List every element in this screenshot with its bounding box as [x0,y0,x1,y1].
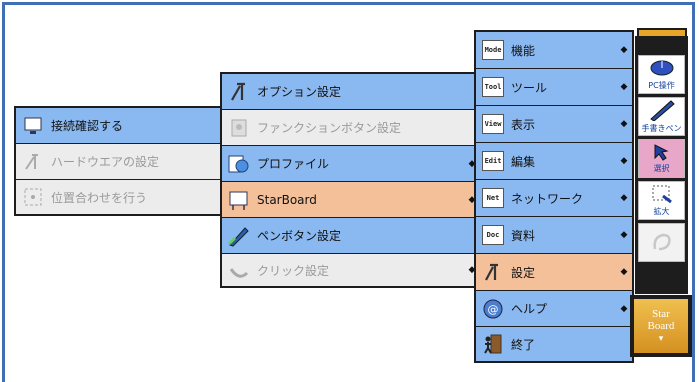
menu-item-label: StarBoard [257,192,317,207]
menu-item-label: ファンクションボタン設定 [257,121,402,135]
starboard-button[interactable]: Star Board ▾ [630,295,692,357]
chevron-down-icon: ▾ [658,333,664,343]
menu-item-help[interactable]: @ ヘルプ ◆ [476,291,632,326]
menu-item-label: ネットワーク [511,191,584,206]
pc-operation-label: PC操作 [648,81,675,90]
mouse-icon [647,58,677,80]
menu-item-settings[interactable]: 設定 ◆ [476,254,632,290]
submenu-arrow-icon: ◆ [620,230,628,240]
menu-item-label: クリック設定 [257,263,330,278]
menu-item-pen-button-settings[interactable]: ペンボタン設定 [222,218,480,253]
menu-item-label: プロファイル [257,157,330,171]
starboard-label-line2: Board [647,320,675,332]
menu-item-label: 機能 [511,43,536,58]
menu-item-label: ツール [511,80,548,95]
submenu-arrow-icon: ◆ [620,156,628,166]
menu-item-label: ヘルプ [511,302,548,316]
menu-item-label: 位置合わせを行う [51,190,148,205]
menu-item-click-settings[interactable]: クリック設定 ◆ [222,254,480,286]
select-label: 選択 [653,164,670,173]
settings-icon [479,258,507,286]
menu-item-edit[interactable]: Edit 編集 ◆ [476,143,632,179]
click-icon [225,256,253,284]
menu-item-hardware-settings[interactable]: ハードウエアの設定 [16,144,224,179]
menu-item-label: 編集 [511,154,536,169]
view-icon: View [479,110,507,138]
calibrate-icon [19,183,47,211]
submenu-arrow-icon: ◆ [620,119,628,129]
menu-item-starboard[interactable]: StarBoard ◆ [222,182,480,217]
menu-item-function-button-settings[interactable]: ファンクションボタン設定 [222,110,480,145]
pen-icon [647,99,677,123]
doc-code-label: Doc [482,225,504,245]
menu-item-mode[interactable]: Mode 機能 ◆ [476,32,632,68]
board-icon [225,186,253,214]
menu-item-label: ハードウエアの設定 [51,155,160,169]
mode-icon: Mode [479,36,507,64]
monitor-check-icon [19,112,47,140]
edit-code-label: Edit [482,151,504,171]
handwriting-pen-button[interactable]: 手書きペン [638,97,685,136]
svg-text:@: @ [488,303,499,316]
menu-item-option-settings[interactable]: オプション設定 [222,74,480,109]
network-icon: Net [479,184,507,212]
menu-item-label: 接続確認する [51,119,124,133]
starboard-label-line1: Star [652,308,670,320]
settings-submenu: オプション設定 ファンクションボタン設定 プロファイル ◆ StarBoard … [220,72,482,288]
function-button-icon [225,114,253,142]
tools-icon [19,148,47,176]
tool-code-label: Tool [482,77,504,97]
select-arrow-icon [651,143,673,163]
profile-icon [225,150,253,178]
menu-item-label: 設定 [511,265,536,280]
net-code-label: Net [482,188,504,208]
menu-item-label: 終了 [511,337,536,352]
help-icon: @ [479,295,507,323]
menu-item-profile[interactable]: プロファイル ◆ [222,146,480,181]
menu-item-network[interactable]: Net ネットワーク ◆ [476,180,632,216]
zoom-icon [649,184,675,206]
zoom-button[interactable]: 拡大 [638,181,685,220]
disabled-tool-icon [649,231,675,255]
submenu-arrow-icon: ◆ [620,267,628,277]
menu-item-connection-check[interactable]: 接続確認する [16,108,224,143]
menu-item-tool[interactable]: Tool ツール ◆ [476,69,632,105]
submenu-arrow-icon: ◆ [620,82,628,92]
edit-icon: Edit [479,147,507,175]
submenu-arrow-icon: ◆ [620,193,628,203]
handwriting-pen-label: 手書きペン [641,124,682,133]
zoom-label: 拡大 [653,207,670,216]
menu-item-label: ペンボタン設定 [257,229,342,243]
menu-item-calibration[interactable]: 位置合わせを行う [16,180,224,214]
starboard-submenu: 接続確認する ハードウエアの設定 位置合わせを行う [14,106,226,216]
menu-item-documents[interactable]: Doc 資料 ◆ [476,217,632,253]
menu-item-view[interactable]: View 表示 ◆ [476,106,632,142]
mode-code-label: Mode [482,40,504,60]
pen-icon [225,222,253,250]
tool-palette: PC操作 手書きペン 選択 拡大 [635,36,688,294]
menu-item-exit[interactable]: 終了 [476,327,632,361]
pc-operation-button[interactable]: PC操作 [638,55,685,94]
starboard-button-face: Star Board ▾ [634,299,688,353]
menu-item-label: 資料 [511,228,536,243]
menu-item-label: 表示 [511,117,536,132]
disabled-tool-button[interactable] [638,223,685,262]
document-icon: Doc [479,221,507,249]
select-button[interactable]: 選択 [638,139,685,178]
tool-icon: Tool [479,73,507,101]
submenu-arrow-icon: ◆ [620,45,628,55]
view-code-label: View [482,114,504,134]
menu-item-label: オプション設定 [257,85,342,99]
main-menu: Mode 機能 ◆ Tool ツール ◆ View 表示 ◆ Edit 編集 ◆… [474,30,634,363]
tools-icon [225,78,253,106]
exit-icon [479,330,507,358]
